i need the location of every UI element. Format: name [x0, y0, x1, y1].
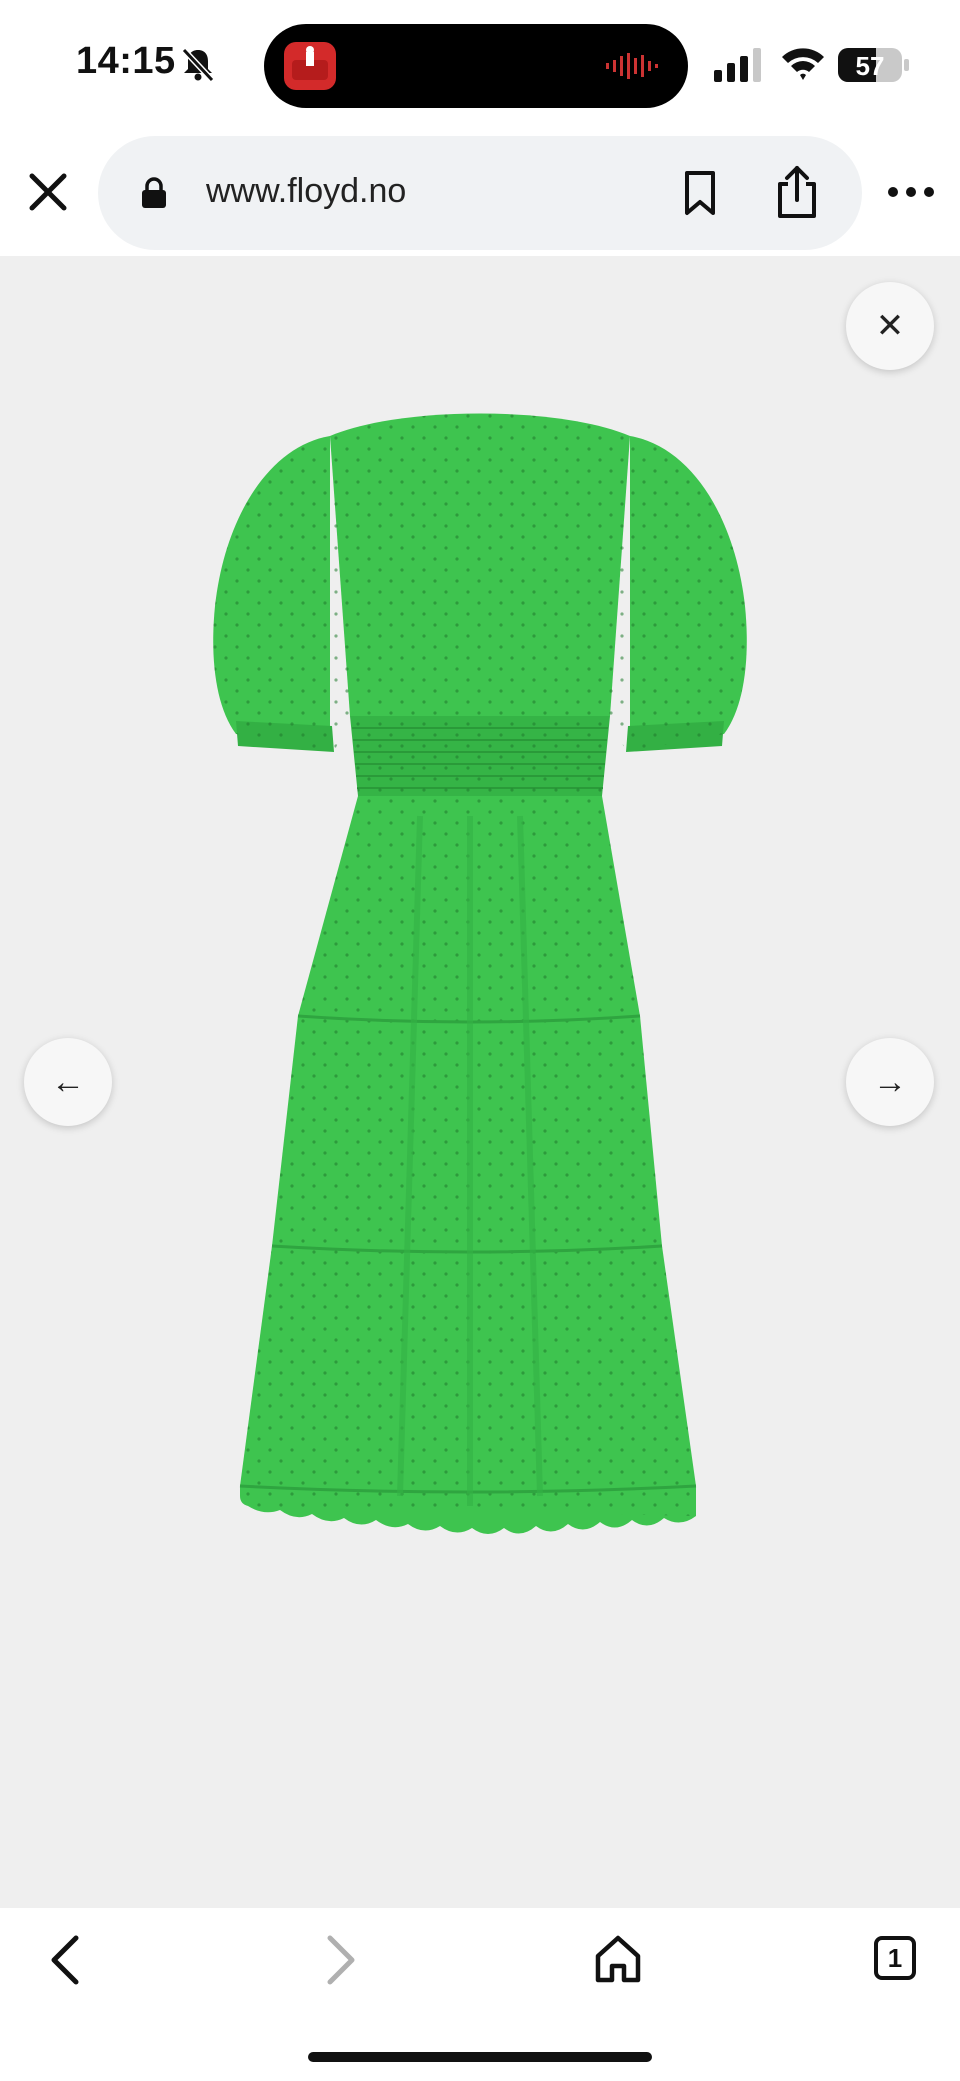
- tab-count: 1: [887, 1942, 903, 1973]
- close-icon: ✕: [875, 307, 905, 345]
- close-browser-icon[interactable]: [22, 166, 74, 218]
- bottom-toolbar: 1: [0, 1908, 960, 2081]
- battery-level-text: 57: [856, 51, 885, 81]
- back-icon[interactable]: [44, 1932, 84, 1988]
- forward-icon[interactable]: [322, 1932, 362, 1988]
- status-bar: 14:15 57: [0, 0, 960, 130]
- address-bar[interactable]: www.floyd.no: [98, 136, 862, 250]
- dynamic-island[interactable]: [264, 24, 688, 108]
- lock-icon: [142, 177, 166, 208]
- home-indicator[interactable]: [308, 2052, 652, 2062]
- bell-muted-icon: [181, 47, 215, 83]
- arrow-left-icon: ←: [51, 1062, 85, 1101]
- bookmark-icon[interactable]: [680, 170, 720, 216]
- battery-icon: 57: [838, 48, 909, 82]
- arrow-right-icon: →: [873, 1062, 907, 1101]
- home-icon[interactable]: [594, 1934, 642, 1984]
- browser-bar: www.floyd.no: [0, 130, 960, 256]
- previous-image-button[interactable]: ←: [24, 1038, 112, 1126]
- product-image-dress: [213, 413, 747, 1534]
- audio-waveform-icon: [606, 53, 658, 79]
- url-text[interactable]: www.floyd.no: [206, 172, 406, 211]
- close-viewer-button[interactable]: ✕: [846, 282, 934, 370]
- next-image-button[interactable]: →: [846, 1038, 934, 1126]
- wifi-icon: [782, 48, 824, 80]
- recording-app-icon: [284, 42, 336, 90]
- cellular-signal-icon: [714, 48, 761, 82]
- more-options-icon[interactable]: [886, 184, 936, 200]
- share-icon[interactable]: [774, 164, 820, 220]
- tabs-button[interactable]: 1: [874, 1936, 916, 1980]
- image-viewer: ✕ ← →: [0, 256, 960, 1908]
- status-time: 14:15: [76, 40, 176, 82]
